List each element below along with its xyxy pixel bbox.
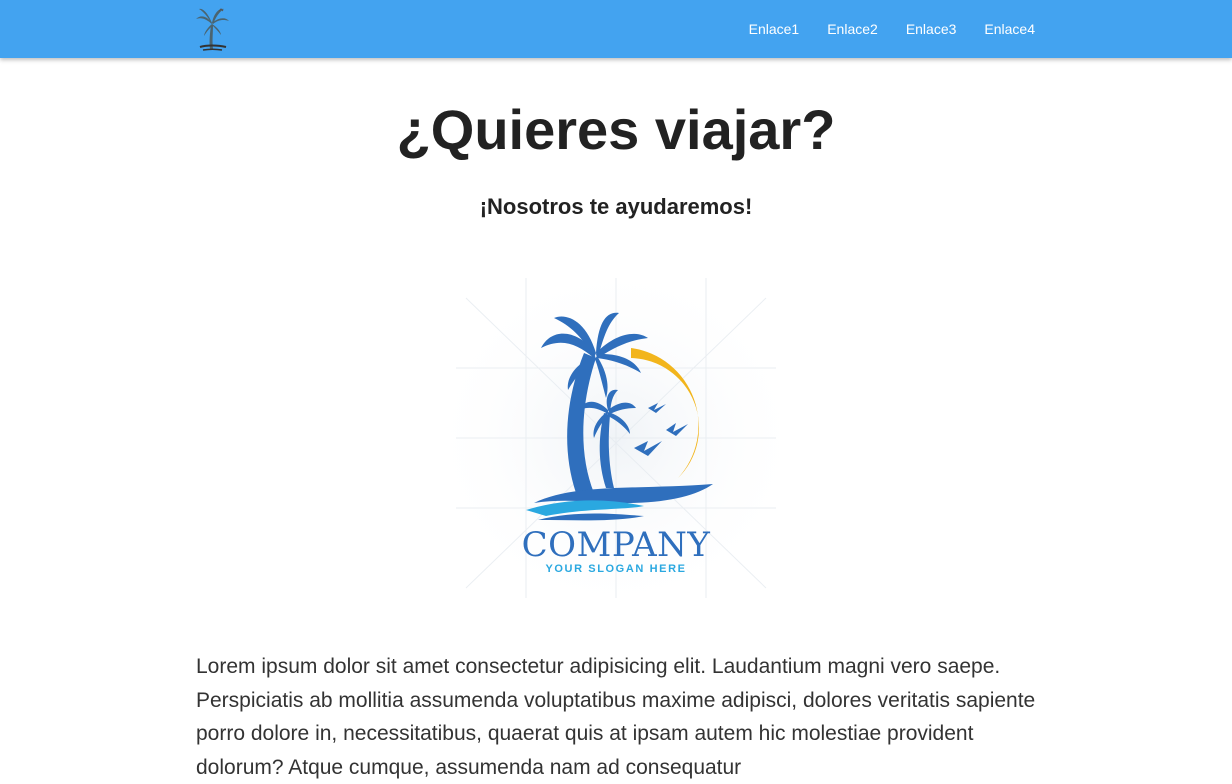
logo-brand-text: COMPANY [522,525,711,565]
nav-link-enlace3[interactable]: Enlace3 [906,21,957,37]
nav-link-enlace2[interactable]: Enlace2 [827,21,878,37]
navbar: Enlace1 Enlace2 Enlace3 Enlace4 [0,0,1232,58]
nav-link-enlace4[interactable]: Enlace4 [984,21,1035,37]
company-logo-image: COMPANY YOUR SLOGAN HERE [426,258,806,618]
hero-subtitle: ¡Nosotros te ayudaremos! [479,194,753,219]
nav-links: Enlace1 Enlace2 Enlace3 Enlace4 [749,0,1035,58]
hero-title: ¿Quieres viajar? [396,98,836,161]
nav-link-enlace1[interactable]: Enlace1 [749,21,800,37]
body-paragraph: Lorem ipsum dolor sit amet consectetur a… [196,655,1036,779]
logo-slogan-text: YOUR SLOGAN HERE [545,563,686,575]
palm-tree-icon [196,8,229,51]
home-logo-link[interactable] [192,3,232,53]
